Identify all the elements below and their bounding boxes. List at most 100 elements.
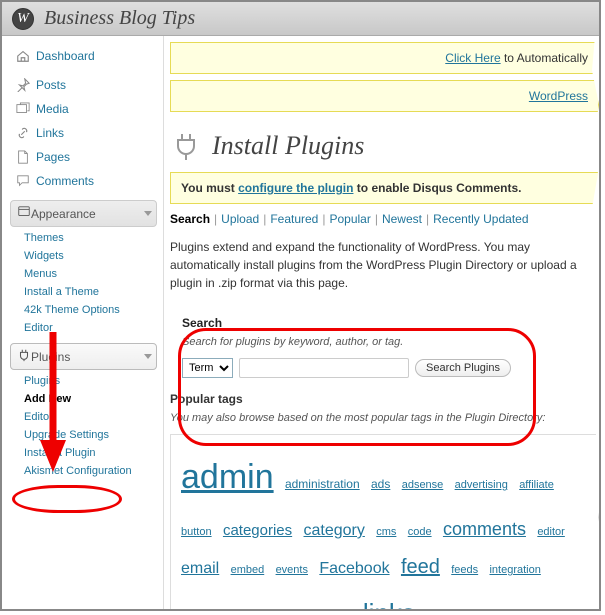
tab-search[interactable]: Search: [170, 212, 210, 226]
sidebar-head-plugins[interactable]: Plugins: [10, 343, 157, 370]
sub-plugins-editor[interactable]: Editor: [24, 408, 157, 426]
sidebar-item-posts[interactable]: Posts: [10, 73, 157, 97]
popular-hint: You may also browse based on the most po…: [170, 412, 599, 424]
sub-42k-options[interactable]: 42k Theme Options: [24, 301, 157, 319]
sub-upgrade-settings[interactable]: Upgrade Settings: [24, 426, 157, 444]
tag-integration[interactable]: integration: [489, 564, 540, 576]
notice-post: to enable Disqus Comments.: [353, 181, 521, 195]
sub-install-theme[interactable]: Install a Theme: [24, 283, 157, 301]
search-input[interactable]: [239, 358, 409, 378]
tab-popular[interactable]: Popular: [329, 212, 370, 226]
search-heading: Search: [182, 316, 587, 330]
sidebar-item-pages[interactable]: Pages: [10, 145, 157, 169]
sidebar-item-label: Pages: [36, 150, 70, 164]
chevron-down-icon: [144, 354, 152, 359]
sub-install-plugin[interactable]: Install a Plugin: [24, 444, 157, 462]
tag-button[interactable]: button: [181, 526, 212, 538]
tag-administration[interactable]: administration: [285, 477, 360, 491]
page-title: Install Plugins: [212, 131, 364, 161]
notice-link-wordpress[interactable]: WordPress: [529, 89, 588, 103]
page-icon: [16, 150, 30, 164]
tag-editor[interactable]: editor: [537, 526, 565, 538]
main-content: Click Here to Automatically WordPress In…: [164, 36, 599, 609]
submenu-plugins: Plugins Add New Editor Upgrade Settings …: [10, 370, 157, 484]
tag-feed[interactable]: feed: [401, 556, 440, 578]
tag-events[interactable]: events: [276, 564, 308, 576]
intro-text: Plugins extend and expand the functional…: [170, 238, 599, 292]
tag-advertising[interactable]: advertising: [455, 479, 508, 491]
sidebar-item-label: Dashboard: [36, 49, 95, 63]
tag-javascript[interactable]: javascript: [181, 607, 253, 609]
sub-add-new[interactable]: Add New: [24, 390, 157, 408]
site-title[interactable]: Business Blog Tips: [44, 7, 195, 30]
search-panel: Search Search for plugins by keyword, au…: [170, 306, 599, 392]
sidebar-item-label: Comments: [36, 174, 94, 188]
sidebar-item-dashboard[interactable]: Dashboard: [10, 44, 157, 68]
plugin-icon: [17, 348, 31, 365]
tab-separator: |: [214, 212, 217, 226]
tag-code[interactable]: code: [408, 526, 432, 538]
sidebar-item-label: Posts: [36, 78, 66, 92]
comment-icon: [16, 174, 30, 188]
notice-pre: You must: [181, 181, 238, 195]
sub-akismet[interactable]: Akismet Configuration: [24, 462, 157, 480]
pin-icon: [16, 78, 30, 92]
notice-auto: Click Here to Automatically: [170, 42, 599, 74]
tag-email[interactable]: email: [181, 560, 219, 577]
tag-category[interactable]: category: [304, 522, 365, 539]
link-icon: [16, 126, 30, 140]
sidebar-head-label: Appearance: [31, 207, 96, 221]
tab-recently-updated[interactable]: Recently Updated: [433, 212, 528, 226]
notice-text: to Automatically: [501, 51, 588, 65]
tag-adsense[interactable]: adsense: [402, 479, 444, 491]
media-icon: [16, 102, 30, 116]
tag-feeds[interactable]: feeds: [451, 564, 478, 576]
tag-cloud: admin administration ads adsense adverti…: [170, 434, 599, 609]
sidebar-head-label: Plugins: [31, 350, 70, 364]
tag-admin[interactable]: admin: [181, 458, 274, 496]
wordpress-logo-icon: W: [12, 8, 34, 30]
plugin-install-tabs: Search | Upload | Featured | Popular | Newest | Re…: [170, 212, 599, 226]
configure-plugin-link[interactable]: configure the plugin: [238, 181, 353, 195]
sidebar-head-appearance[interactable]: Appearance: [10, 200, 157, 227]
tag-links[interactable]: links: [363, 598, 415, 609]
tab-separator: |: [375, 212, 378, 226]
tab-separator: |: [426, 212, 429, 226]
tag-cms[interactable]: cms: [376, 526, 396, 538]
tab-separator: |: [263, 212, 266, 226]
page-title-row: Install Plugins: [170, 130, 599, 162]
search-hint: Search for plugins by keyword, author, o…: [182, 336, 587, 348]
sub-menus[interactable]: Menus: [24, 265, 157, 283]
notice-configure: You must configure the plugin to enable …: [170, 172, 599, 204]
tag-embed[interactable]: embed: [231, 564, 265, 576]
chevron-down-icon: [144, 211, 152, 216]
plug-large-icon: [170, 130, 202, 162]
submenu-appearance: Themes Widgets Menus Install a Theme 42k…: [10, 227, 157, 341]
notice-wp: WordPress: [170, 80, 599, 112]
search-type-select[interactable]: Term: [182, 358, 233, 378]
sub-themes[interactable]: Themes: [24, 229, 157, 247]
appearance-icon: [17, 205, 31, 222]
sidebar-item-comments[interactable]: Comments: [10, 169, 157, 193]
tab-upload[interactable]: Upload: [221, 212, 259, 226]
tag-categories[interactable]: categories: [223, 522, 292, 539]
sub-widgets[interactable]: Widgets: [24, 247, 157, 265]
tab-featured[interactable]: Featured: [270, 212, 318, 226]
home-icon: [16, 49, 30, 63]
sidebar-item-label: Links: [36, 126, 64, 140]
tag-ads[interactable]: ads: [371, 477, 390, 491]
sub-appearance-editor[interactable]: Editor: [24, 319, 157, 337]
popular-tags-panel: Popular tags You may also browse based o…: [170, 392, 599, 609]
sidebar-item-links[interactable]: Links: [10, 121, 157, 145]
tab-separator: |: [322, 212, 325, 226]
admin-header: W Business Blog Tips: [2, 2, 599, 36]
tab-newest[interactable]: Newest: [382, 212, 422, 226]
tag-comments[interactable]: comments: [443, 519, 526, 539]
tag-affiliate[interactable]: affiliate: [519, 479, 554, 491]
tag-facebook[interactable]: Facebook: [319, 560, 389, 577]
sidebar-item-label: Media: [36, 102, 69, 116]
notice-link-clickhere[interactable]: Click Here: [445, 51, 500, 65]
search-plugins-button[interactable]: Search Plugins: [415, 359, 511, 377]
sidebar-item-media[interactable]: Media: [10, 97, 157, 121]
sub-plugins[interactable]: Plugins: [24, 372, 157, 390]
